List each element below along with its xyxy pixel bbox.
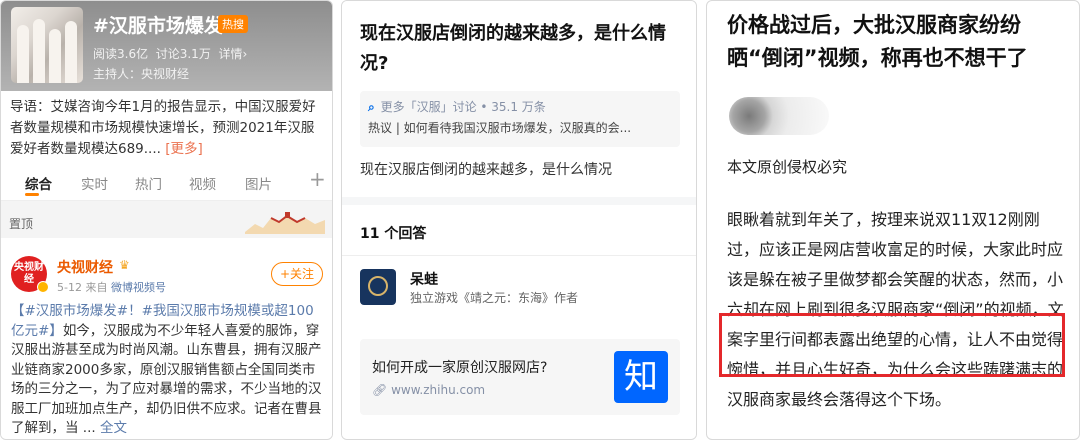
topic-host: 主持人：央视财经 xyxy=(93,67,190,81)
topic-title: #汉服市场爆发# xyxy=(93,15,239,37)
link-card-title: 如何开成一家原创汉服网店? xyxy=(372,360,548,376)
question-description: 现在汉服店倒闭的越来越多，是什么情况 xyxy=(360,162,612,178)
link-url-text: www.zhihu.com xyxy=(391,383,486,397)
topic-thumbnail[interactable] xyxy=(11,7,83,83)
tab-images[interactable]: 图片 xyxy=(245,173,272,193)
avatar[interactable] xyxy=(360,269,396,305)
add-tab-icon[interactable]: + xyxy=(309,167,326,191)
answer-author[interactable]: 呆蛙 xyxy=(410,269,438,289)
verified-icon xyxy=(37,281,49,293)
hot-topic-line[interactable]: 热议 | 如何看待我国汉服市场爆发，汉服真的会... xyxy=(368,117,672,139)
answers-count: 11 个回答 xyxy=(360,226,427,242)
discussions-count: 讨论3.1万 xyxy=(155,47,211,61)
article-title: 价格战过后，大批汉服商家纷纷晒“倒闭”视频，称再也不想干了 xyxy=(727,13,1028,70)
pinned-bar: 置顶 xyxy=(1,206,332,238)
link-card-url: 🔗︎ www.zhihu.com xyxy=(372,383,485,397)
divider xyxy=(342,255,696,256)
more-discussion[interactable]: ⌕ 更多「汉服」讨论 • 35.1 万条 xyxy=(368,97,672,117)
related-discussion-box[interactable]: ⌕ 更多「汉服」讨论 • 35.1 万条 热议 | 如何看待我国汉服市场爆发，汉… xyxy=(360,91,680,147)
question-title: 现在汉服店倒闭的越来越多，是什么情况? xyxy=(360,23,666,74)
follow-button[interactable]: +关注 xyxy=(271,262,323,286)
intro-text: 导语：艾媒咨询今年1月的报告显示，中国汉服爱好者数量规模和市场规模快速增长，预测… xyxy=(10,99,316,157)
reads-count: 阅读3.6亿 xyxy=(93,47,149,61)
more-link[interactable]: [更多] xyxy=(165,141,203,157)
active-tab-indicator xyxy=(25,193,39,196)
copyright-notice: 本文原创侵权必究 xyxy=(727,158,848,176)
answers-section: 11 个回答 呆蛙 独立游戏《靖之元：东海》作者 如何开成一家原创汉服网店? 🔗… xyxy=(342,205,696,439)
crown-icon: ♛ xyxy=(119,258,130,272)
tab-realtime[interactable]: 实时 xyxy=(81,173,108,193)
post-from: 来自 xyxy=(85,281,108,294)
post-date: 5-12 xyxy=(57,281,82,294)
article-body: 眼瞅着就到年关了，按理来说双11双12刚刚过，应该正是网店营收富足的时候，大家此… xyxy=(727,210,1064,409)
article-panel: 价格战过后，大批汉服商家纷纷晒“倒闭”视频，称再也不想干了 本文原创侵权必究 眼… xyxy=(706,0,1080,440)
topic-intro: 导语：艾媒咨询今年1月的报告显示，中国汉服爱好者数量规模和市场规模快速增长，预测… xyxy=(1,91,332,159)
tab-comprehensive[interactable]: 综合 xyxy=(25,173,52,193)
zhihu-logo: 知 xyxy=(614,351,668,403)
highlight-box xyxy=(719,313,1065,377)
tab-video[interactable]: 视频 xyxy=(189,173,216,193)
question-header: 现在汉服店倒闭的越来越多，是什么情况? ⌕ 更多「汉服」讨论 • 35.1 万条… xyxy=(342,1,696,197)
pinned-post: 央视财经 央视财经 ♛ 5-12 来自 微博视频号 +关注 【#汉服市场爆发#！… xyxy=(1,238,332,439)
post-source[interactable]: 微博视频号 xyxy=(111,281,166,294)
pinned-label: 置顶 xyxy=(9,217,34,231)
link-card[interactable]: 如何开成一家原创汉服网店? 🔗︎ www.zhihu.com 知 xyxy=(360,339,680,415)
topic-tabs: 综合 实时 热门 视频 图片 + xyxy=(1,159,332,201)
post-text: 【#汉服市场爆发#！#我国汉服市场规模或超100亿元#】如今，汉服成为不少年轻人… xyxy=(11,302,326,439)
author-bio: 独立游戏《靖之元：东海》作者 xyxy=(410,291,579,305)
great-wall-icon xyxy=(245,212,325,234)
hot-badge: 热搜 xyxy=(218,15,248,33)
zhihu-panel: 现在汉服店倒闭的越来越多，是什么情况? ⌕ 更多「汉服」讨论 • 35.1 万条… xyxy=(341,0,697,440)
topic-header: #汉服市场爆发# 热搜 阅读3.6亿 讨论3.1万 详情› 主持人：央视财经 xyxy=(1,1,332,91)
weibo-panel: #汉服市场爆发# 热搜 阅读3.6亿 讨论3.1万 详情› 主持人：央视财经 导… xyxy=(0,0,333,440)
full-text-link[interactable]: 全文 xyxy=(100,420,127,436)
post-meta: 5-12 来自 微博视频号 xyxy=(57,279,166,295)
link-icon: 🔗︎ xyxy=(372,383,388,397)
search-icon: ⌕ xyxy=(368,100,375,114)
details-link[interactable]: 详情› xyxy=(218,47,247,61)
tab-hot[interactable]: 热门 xyxy=(135,173,162,193)
more-discussion-text: 更多「汉服」讨论 • 35.1 万条 xyxy=(380,100,546,114)
topic-stats: 阅读3.6亿 讨论3.1万 详情› xyxy=(93,45,247,62)
post-body: 如今，汉服成为不少年轻人喜爱的服饰，穿汉服出游甚至成为时尚风潮。山东曹县，拥有汉… xyxy=(11,322,322,437)
blurred-author-avatar xyxy=(729,97,829,135)
post-author[interactable]: 央视财经 xyxy=(57,257,113,277)
